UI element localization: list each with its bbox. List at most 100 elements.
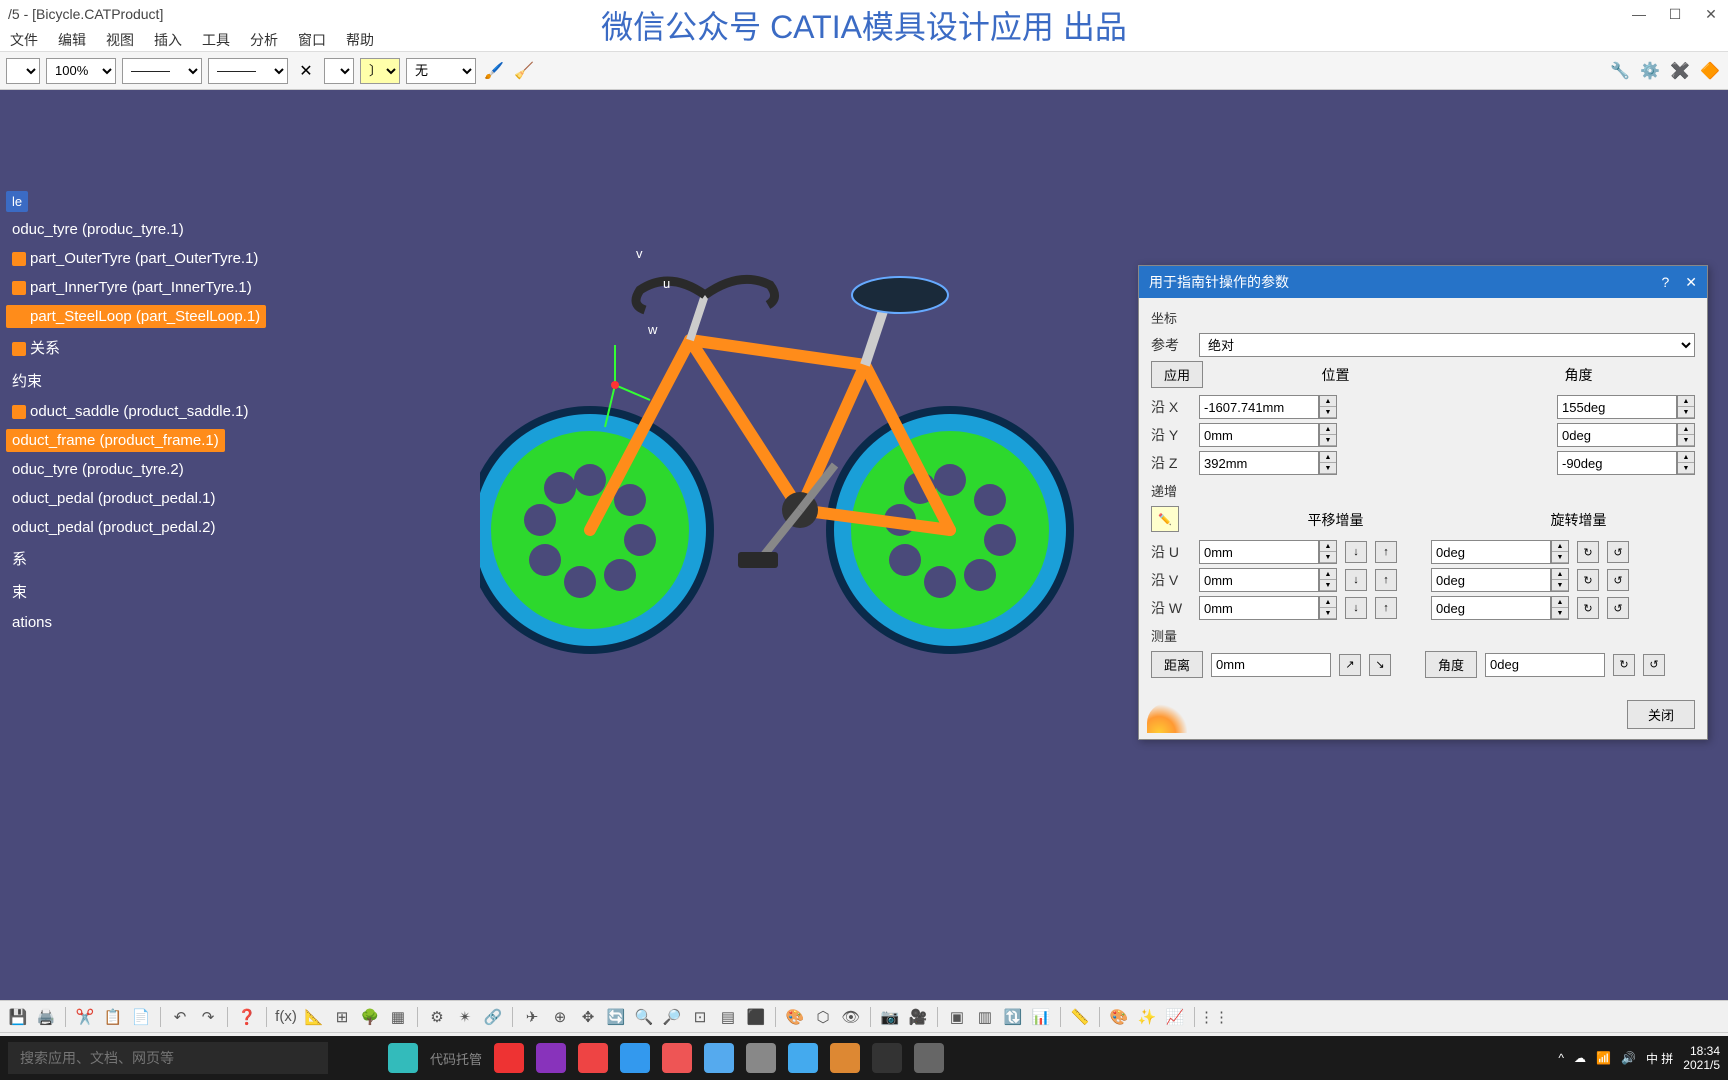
rot-neg-2[interactable]: ↻ [1577, 597, 1599, 619]
tree-icon[interactable]: 🌳 [358, 1005, 382, 1029]
tool-icon-1[interactable]: 🔧 [1608, 59, 1632, 83]
link-icon[interactable]: 🔗 [481, 1005, 505, 1029]
filter-icon[interactable]: ▥ [973, 1005, 997, 1029]
ang-input-1[interactable] [1557, 423, 1677, 447]
menu-insert[interactable]: 插入 [150, 28, 186, 52]
material-icon[interactable]: 🎨 [1107, 1005, 1131, 1029]
point-select[interactable] [324, 58, 354, 84]
tree-item-9[interactable]: oduct_pedal (product_pedal.1) [6, 487, 221, 510]
redo-icon[interactable]: ↷ [196, 1005, 220, 1029]
spec-tree[interactable]: le oduc_tyre (produc_tyre.1)part_OuterTy… [0, 180, 280, 645]
task-app-onenote[interactable] [536, 1043, 566, 1073]
menu-analyze[interactable]: 分析 [246, 28, 282, 52]
design-icon[interactable]: 📐 [302, 1005, 326, 1029]
menu-view[interactable]: 视图 [102, 28, 138, 52]
tree-item-3[interactable]: part_SteelLoop (part_SteelLoop.1) [6, 305, 266, 328]
close-button[interactable]: ✕ [1702, 5, 1720, 23]
tree-item-7[interactable]: oduct_frame (product_frame.1) [6, 429, 225, 452]
video-icon[interactable]: 🎥 [906, 1005, 930, 1029]
spinner[interactable]: ▲▼ [1319, 451, 1337, 475]
hide-icon[interactable]: 👁 [839, 1005, 863, 1029]
ang-input-0[interactable] [1557, 395, 1677, 419]
layer-icon[interactable]: ▣ [945, 1005, 969, 1029]
trans-pos-0[interactable]: ↑ [1375, 541, 1397, 563]
pos-input-0[interactable] [1199, 395, 1319, 419]
tree-item-11[interactable]: 系 [6, 545, 33, 572]
task-app-4[interactable] [662, 1043, 692, 1073]
pos-input-2[interactable] [1199, 451, 1319, 475]
grid2-icon[interactable]: ⋮⋮ [1202, 1005, 1226, 1029]
trans-neg-1[interactable]: ↓ [1345, 569, 1367, 591]
assembly-icon[interactable]: ⚙ [425, 1005, 449, 1029]
multi-view-icon[interactable]: ▤ [716, 1005, 740, 1029]
zoom-select[interactable]: 100% [46, 58, 116, 84]
ang-input-2[interactable] [1557, 451, 1677, 475]
cut-icon[interactable]: ✂️ [73, 1005, 97, 1029]
trans-neg-2[interactable]: ↓ [1345, 597, 1367, 619]
explode-icon[interactable]: ✴ [453, 1005, 477, 1029]
line-style-select[interactable]: ——— [122, 58, 202, 84]
trans-pos-1[interactable]: ↑ [1375, 569, 1397, 591]
spinner[interactable]: ▲▼ [1319, 568, 1337, 592]
zoom-out-icon[interactable]: 🔎 [660, 1005, 684, 1029]
task-app-catia[interactable] [914, 1043, 944, 1073]
fly-icon[interactable]: ✈ [520, 1005, 544, 1029]
shade-icon[interactable]: 🎨 [783, 1005, 807, 1029]
tool-icon-3[interactable]: ✖️ [1668, 59, 1692, 83]
dialog-title-bar[interactable]: 用于指南针操作的参数 ? ✕ [1139, 266, 1707, 298]
clear-icon[interactable]: ✕ [294, 59, 318, 83]
tree-item-6[interactable]: oduct_saddle (product_saddle.1) [6, 400, 254, 423]
paste-icon[interactable]: 📄 [129, 1005, 153, 1029]
trans-neg-0[interactable]: ↓ [1345, 541, 1367, 563]
tool-icon-4[interactable]: 🔶 [1698, 59, 1722, 83]
maximize-button[interactable]: ☐ [1666, 5, 1684, 23]
fit-icon[interactable]: ⊕ [548, 1005, 572, 1029]
angle-input[interactable] [1485, 653, 1605, 677]
trans-input-1[interactable] [1199, 568, 1319, 592]
tree-item-8[interactable]: oduc_tyre (produc_tyre.2) [6, 458, 190, 481]
tree-root[interactable]: le [6, 191, 28, 212]
line-weight-select[interactable]: ——— [208, 58, 288, 84]
tray-cloud-icon[interactable]: ☁ [1574, 1051, 1586, 1065]
normal-icon[interactable]: ⊡ [688, 1005, 712, 1029]
menu-file[interactable]: 文件 [6, 28, 42, 52]
tray-sound-icon[interactable]: 🔊 [1621, 1051, 1636, 1065]
taskbar-search[interactable] [8, 1042, 328, 1074]
capture-icon[interactable]: 📷 [878, 1005, 902, 1029]
pan-icon[interactable]: ✥ [576, 1005, 600, 1029]
ang-tool-2[interactable]: ↺ [1643, 654, 1665, 676]
rot-pos-2[interactable]: ↺ [1607, 597, 1629, 619]
spinner[interactable]: ▲▼ [1319, 423, 1337, 447]
distance-input[interactable] [1211, 653, 1331, 677]
dist-tool-1[interactable]: ↗ [1339, 654, 1361, 676]
copy-icon[interactable]: 📋 [101, 1005, 125, 1029]
ref-select[interactable]: 绝对 [1199, 333, 1695, 357]
pos-input-1[interactable] [1199, 423, 1319, 447]
grid-icon[interactable]: ▦ [386, 1005, 410, 1029]
tree-item-13[interactable]: ations [6, 611, 58, 634]
tree-item-0[interactable]: oduc_tyre (produc_tyre.1) [6, 218, 190, 241]
task-app-9[interactable] [872, 1043, 902, 1073]
ang-tool-1[interactable]: ↻ [1613, 654, 1635, 676]
tree-item-10[interactable]: oduct_pedal (product_pedal.2) [6, 516, 221, 539]
measure-icon[interactable]: 📏 [1068, 1005, 1092, 1029]
tool-icon-2[interactable]: ⚙️ [1638, 59, 1662, 83]
fx-icon[interactable]: f(x) [274, 1005, 298, 1029]
rot-pos-0[interactable]: ↺ [1607, 541, 1629, 563]
style-select[interactable] [6, 58, 40, 84]
dialog-help-button[interactable]: ? [1661, 274, 1669, 291]
rotate-icon[interactable]: 🔄 [604, 1005, 628, 1029]
spinner[interactable]: ▲▼ [1677, 395, 1695, 419]
spinner[interactable]: ▲▼ [1551, 568, 1569, 592]
incr-tool-button[interactable]: ✏️ [1151, 506, 1179, 532]
task-app-6[interactable] [746, 1043, 776, 1073]
iso-icon[interactable]: ⬛ [744, 1005, 768, 1029]
rot-input-0[interactable] [1431, 540, 1551, 564]
menu-help[interactable]: 帮助 [342, 28, 378, 52]
spinner[interactable]: ▲▼ [1319, 596, 1337, 620]
analysis-icon[interactable]: 📈 [1163, 1005, 1187, 1029]
tray-up-icon[interactable]: ^ [1558, 1051, 1564, 1065]
trans-input-0[interactable] [1199, 540, 1319, 564]
spinner[interactable]: ▲▼ [1677, 451, 1695, 475]
trans-input-2[interactable] [1199, 596, 1319, 620]
